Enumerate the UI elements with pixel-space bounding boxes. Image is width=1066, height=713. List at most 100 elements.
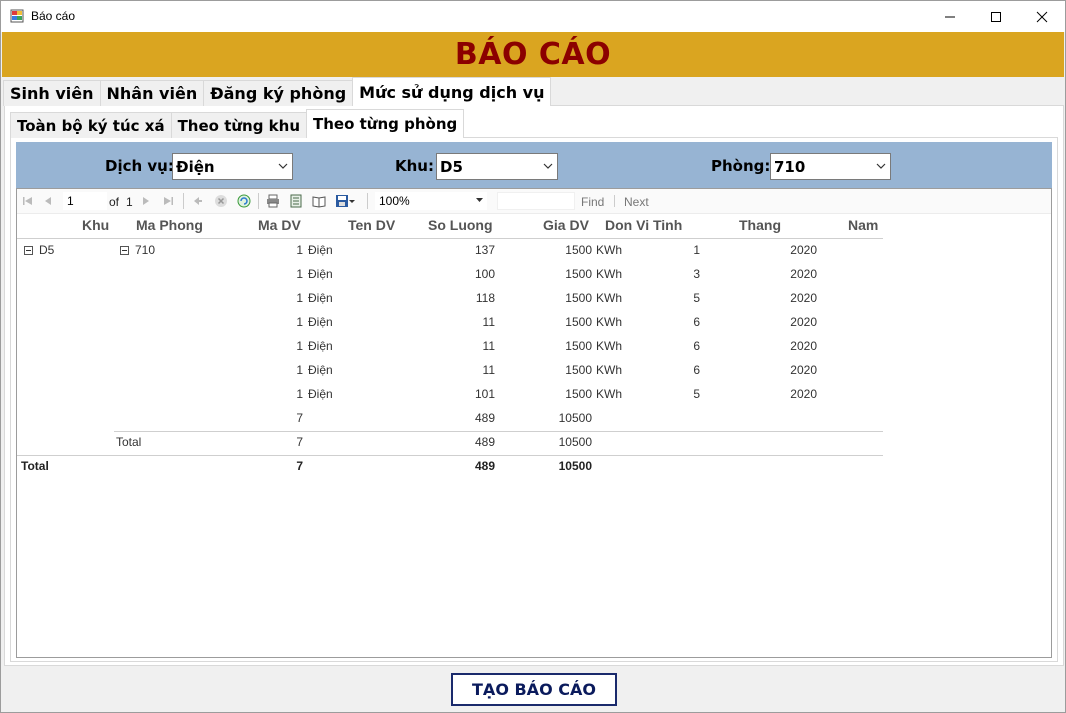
page-number-input[interactable]: 1	[63, 192, 107, 210]
room-subtotal-gia-dv: 10500	[558, 411, 592, 425]
cell-so-luong: 137	[474, 243, 495, 257]
chevron-down-icon	[543, 163, 553, 169]
close-button[interactable]	[1019, 1, 1065, 32]
cell-so-luong: 11	[482, 315, 495, 329]
chevron-down-icon	[278, 163, 288, 169]
chevron-down-icon	[876, 163, 886, 169]
toolbar-separator	[614, 195, 615, 207]
zone-total-so-luong: 489	[474, 435, 495, 449]
cell-gia-dv: 1500	[565, 267, 592, 281]
cell-gia-dv: 1500	[565, 291, 592, 305]
grand-total-divider	[17, 455, 883, 456]
zone-group-label: D5	[39, 243, 55, 257]
cell-gia-dv: 1500	[565, 363, 592, 377]
col-thang: Thang	[739, 217, 781, 233]
col-don-vi-tinh: Don Vi Tinh	[605, 217, 683, 233]
tab-sinh-vien[interactable]: Sinh viên	[3, 80, 101, 106]
service-label: Dịch vụ:	[105, 157, 174, 175]
collapse-zone-icon[interactable]	[24, 246, 33, 255]
zone-total-ma-dv: 7	[296, 435, 303, 449]
cell-ten-dv: Điện	[308, 387, 333, 401]
close-icon	[1036, 11, 1048, 22]
grand-total-so-luong: 489	[474, 459, 495, 473]
tab-theo-tung-phong[interactable]: Theo từng phòng	[306, 109, 465, 138]
tab-theo-tung-khu[interactable]: Theo từng khu	[170, 112, 308, 138]
cell-don-vi-tinh: KWh	[596, 363, 623, 377]
report-viewer: 1 of 1 100% Find Next Khu Ma Phong Ma DV…	[16, 188, 1052, 658]
report-header: BÁO CÁO	[2, 32, 1064, 77]
cell-ma-dv: 1	[296, 387, 303, 401]
zone-total-label: Total	[116, 435, 142, 449]
find-link[interactable]: Find	[581, 195, 604, 209]
cell-ten-dv: Điện	[308, 267, 333, 281]
toolbar-separator	[367, 193, 368, 209]
room-subtotal-so-luong: 489	[474, 411, 495, 425]
service-select[interactable]: Điện	[172, 153, 293, 180]
chevron-down-icon[interactable]	[348, 194, 356, 208]
cell-nam: 2020	[790, 339, 817, 353]
cell-gia-dv: 1500	[565, 387, 592, 401]
cell-thang: 3	[693, 267, 700, 281]
page-setup-icon[interactable]	[312, 194, 326, 208]
stop-icon[interactable]	[214, 194, 228, 208]
cell-ma-dv: 1	[296, 243, 303, 257]
cell-so-luong: 11	[482, 339, 495, 353]
previous-page-icon[interactable]	[41, 194, 55, 208]
print-icon[interactable]	[266, 194, 280, 208]
cell-gia-dv: 1500	[565, 339, 592, 353]
total-pages: 1	[126, 195, 133, 209]
refresh-icon[interactable]	[237, 194, 251, 208]
find-input[interactable]	[497, 192, 575, 210]
export-icon[interactable]	[335, 194, 349, 208]
cell-ma-dv: 1	[296, 363, 303, 377]
room-select[interactable]: 710	[770, 153, 891, 180]
tab-nhan-vien[interactable]: Nhân viên	[99, 80, 205, 106]
create-report-button[interactable]: TẠO BÁO CÁO	[451, 673, 617, 706]
cell-thang: 5	[693, 291, 700, 305]
zone-label: Khu:	[395, 157, 434, 175]
cell-so-luong: 101	[474, 387, 495, 401]
cell-don-vi-tinh: KWh	[596, 339, 623, 353]
tab-muc-su-dung-dich-vu[interactable]: Mức sử dụng dịch vụ	[352, 77, 552, 106]
cell-nam: 2020	[790, 267, 817, 281]
report-toolbar: 1 of 1 100% Find Next	[17, 189, 1051, 214]
cell-ten-dv: Điện	[308, 291, 333, 305]
main-tabs: Sinh viên Nhân viên Đăng ký phòng Mức sử…	[3, 77, 552, 106]
tab-toan-bo-ktx[interactable]: Toàn bộ ký túc xá	[10, 112, 172, 138]
print-layout-icon[interactable]	[289, 194, 303, 208]
cell-ten-dv: Điện	[308, 315, 333, 329]
service-value: Điện	[176, 158, 215, 176]
zone-select[interactable]: D5	[436, 153, 558, 180]
cell-nam: 2020	[790, 243, 817, 257]
cell-so-luong: 11	[482, 363, 495, 377]
cell-don-vi-tinh: KWh	[596, 387, 623, 401]
tab-dang-ky-phong[interactable]: Đăng ký phòng	[203, 80, 354, 106]
room-total-divider	[114, 431, 883, 432]
sub-tabs: Toàn bộ ký túc xá Theo từng khu Theo từn…	[10, 109, 465, 138]
grand-total-gia-dv: 10500	[558, 459, 592, 473]
next-page-icon[interactable]	[139, 194, 153, 208]
cell-so-luong: 100	[474, 267, 495, 281]
cell-thang: 6	[693, 339, 700, 353]
room-label: Phòng:	[711, 157, 771, 175]
first-page-icon[interactable]	[21, 194, 35, 208]
zoom-select[interactable]: 100%	[375, 192, 487, 210]
cell-ten-dv: Điện	[308, 243, 333, 257]
cell-thang: 1	[693, 243, 700, 257]
last-page-icon[interactable]	[161, 194, 175, 208]
toolbar-separator	[258, 193, 259, 209]
report-column-headers: Khu Ma Phong Ma DV Ten DV So Luong Gia D…	[17, 217, 1051, 237]
cell-ma-dv: 1	[296, 291, 303, 305]
cell-ma-dv: 1	[296, 267, 303, 281]
cell-ten-dv: Điện	[308, 339, 333, 353]
maximize-button[interactable]	[973, 1, 1019, 32]
next-link[interactable]: Next	[624, 195, 649, 209]
back-icon[interactable]	[191, 194, 205, 208]
minimize-button[interactable]	[927, 1, 973, 32]
cell-ma-dv: 1	[296, 315, 303, 329]
cell-nam: 2020	[790, 291, 817, 305]
cell-thang: 6	[693, 315, 700, 329]
col-so-luong: So Luong	[428, 217, 493, 233]
cell-nam: 2020	[790, 387, 817, 401]
collapse-room-icon[interactable]	[120, 246, 129, 255]
